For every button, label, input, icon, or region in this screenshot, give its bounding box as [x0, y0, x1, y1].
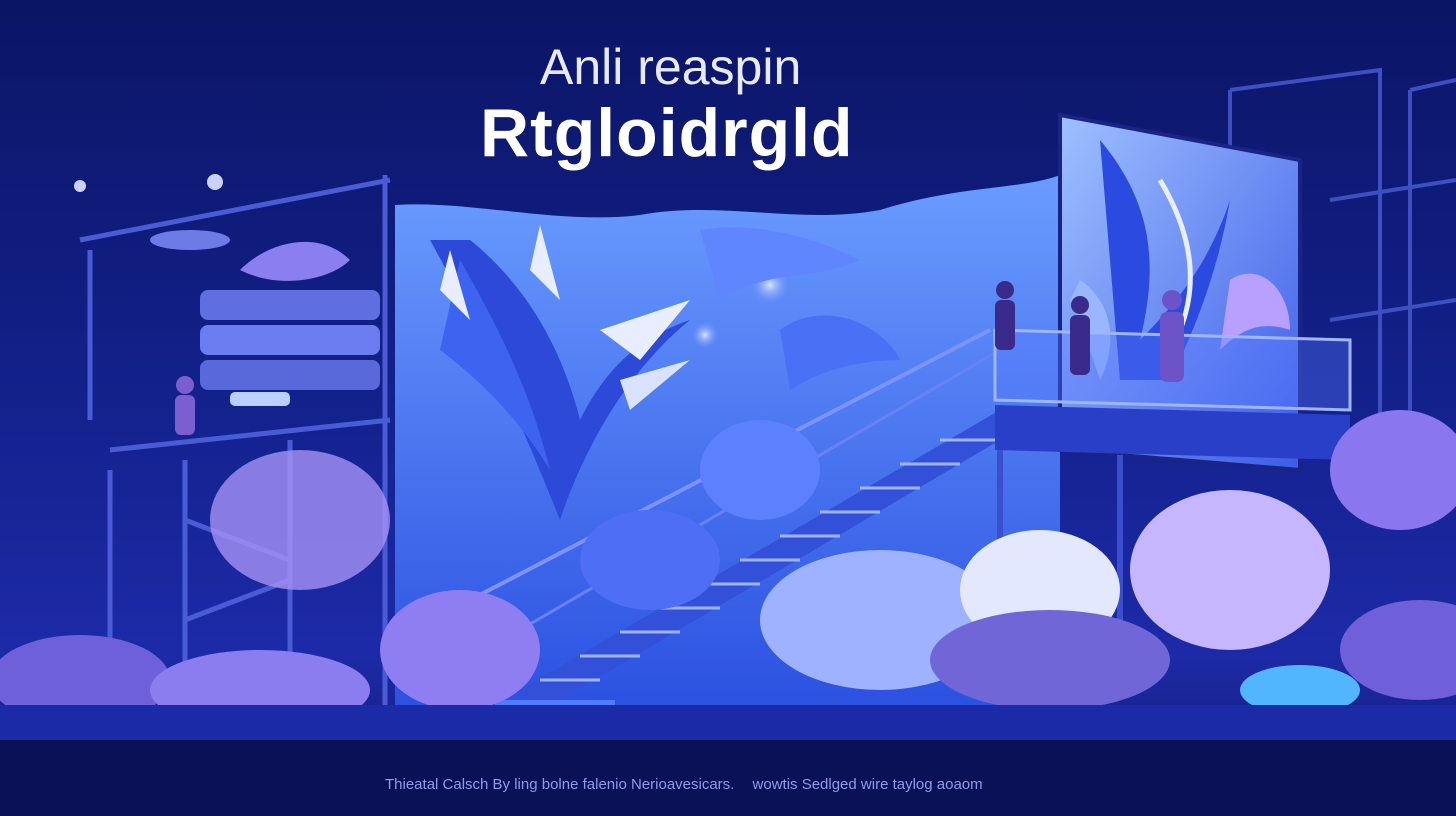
caption-part-1: Thieatal Calsch By ling bolne falenio Ne…: [385, 776, 735, 793]
illustration-page: Anli reaspin Rtgloidrgld Thieatal Calsch…: [0, 0, 1456, 816]
ground: [0, 705, 1456, 740]
hero-headline: Rtgloidrgld: [480, 95, 854, 171]
caption: Thieatal Calsch By ling bolne falenio Ne…: [385, 776, 1105, 793]
hero-subtitle: Anli reaspin: [540, 39, 802, 95]
caption-part-2: wowtis Sedlged wire taylog aoaom: [752, 776, 983, 793]
